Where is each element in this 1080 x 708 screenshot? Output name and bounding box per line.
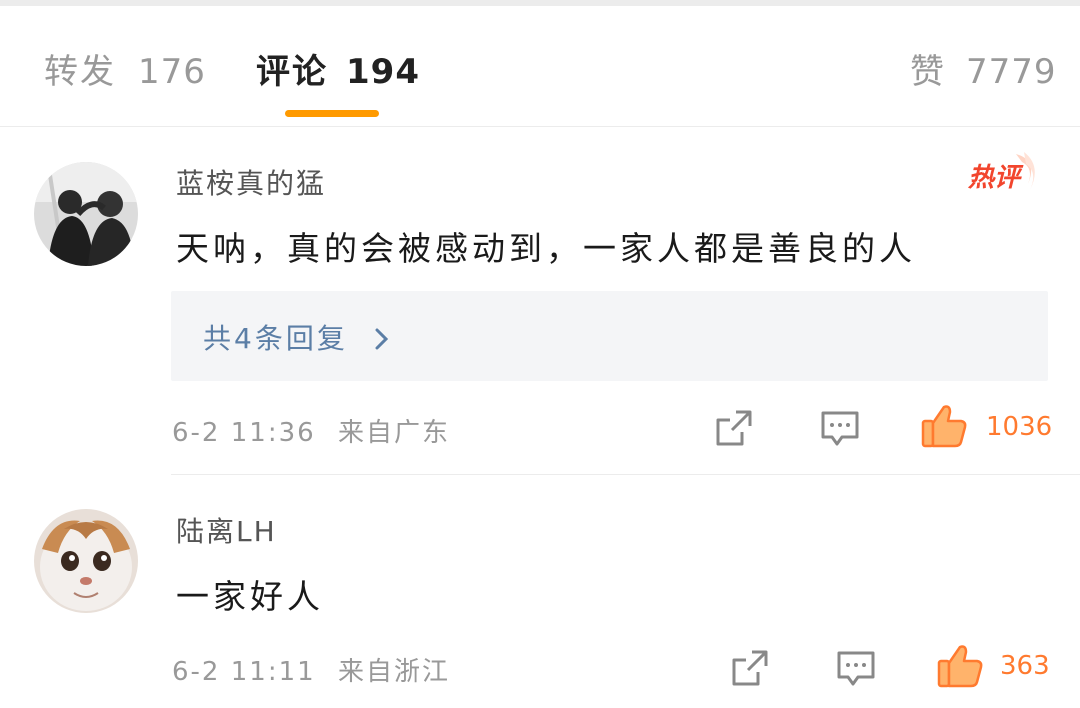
reply-box: 共4条回复 xyxy=(171,291,1048,381)
hot-comment-badge: 热评 xyxy=(967,150,1040,196)
tab-comments[interactable]: 评论 194 xyxy=(256,44,420,93)
active-tab-indicator xyxy=(285,110,379,117)
tab-bar: 转发 176 评论 194 赞 7779 xyxy=(0,6,1080,127)
tab-comments-count: 194 xyxy=(346,52,420,92)
comment-icon xyxy=(821,411,859,446)
tab-likes-count: 7779 xyxy=(966,52,1057,92)
comment-username[interactable]: 蓝桉真的猛 xyxy=(176,162,326,202)
comment-location: 来自浙江 xyxy=(337,657,450,687)
comment-meta: 6-2 11:11 来自浙江 xyxy=(172,651,450,688)
like-button[interactable] xyxy=(936,643,984,693)
share-icon xyxy=(716,410,752,446)
share-button[interactable] xyxy=(730,648,770,692)
avatar[interactable] xyxy=(34,162,138,266)
hot-comment-badge-text: 热评 xyxy=(968,163,1024,193)
comment-button[interactable] xyxy=(836,650,876,692)
like-count: 363 xyxy=(1000,651,1050,681)
view-replies-link[interactable]: 共4条回复 xyxy=(203,317,390,357)
share-button[interactable] xyxy=(714,408,754,452)
share-icon xyxy=(732,650,768,686)
comment-button[interactable] xyxy=(820,410,860,452)
chevron-right-icon xyxy=(362,322,390,355)
tab-reposts[interactable]: 转发 176 xyxy=(44,44,206,93)
comment-location: 来自广东 xyxy=(337,418,450,448)
tab-comments-label: 评论 xyxy=(256,52,328,92)
like-count: 1036 xyxy=(986,412,1053,442)
comment-time: 11:36 xyxy=(230,418,316,448)
avatar[interactable] xyxy=(34,509,138,613)
tab-reposts-label: 转发 xyxy=(44,52,116,92)
comment-icon xyxy=(837,651,875,686)
view-replies-label: 共4条回复 xyxy=(203,322,348,355)
tab-reposts-count: 176 xyxy=(138,52,206,92)
comment-divider xyxy=(171,474,1080,475)
like-icon xyxy=(937,645,983,688)
comment-username[interactable]: 陆离LH xyxy=(176,510,277,550)
comment-date: 6-2 xyxy=(172,657,221,687)
like-icon xyxy=(921,405,967,448)
comment-text: 天呐，真的会被感动到，一家人都是善良的人 xyxy=(176,229,916,268)
comment-time: 11:11 xyxy=(230,657,316,687)
comment-date: 6-2 xyxy=(172,418,221,448)
tab-likes[interactable]: 赞 7779 xyxy=(910,44,1057,93)
comment-meta: 6-2 11:36 来自广东 xyxy=(172,412,450,449)
like-button[interactable] xyxy=(920,403,968,453)
comment-text: 一家好人 xyxy=(176,577,324,616)
tab-likes-label: 赞 xyxy=(910,52,946,92)
